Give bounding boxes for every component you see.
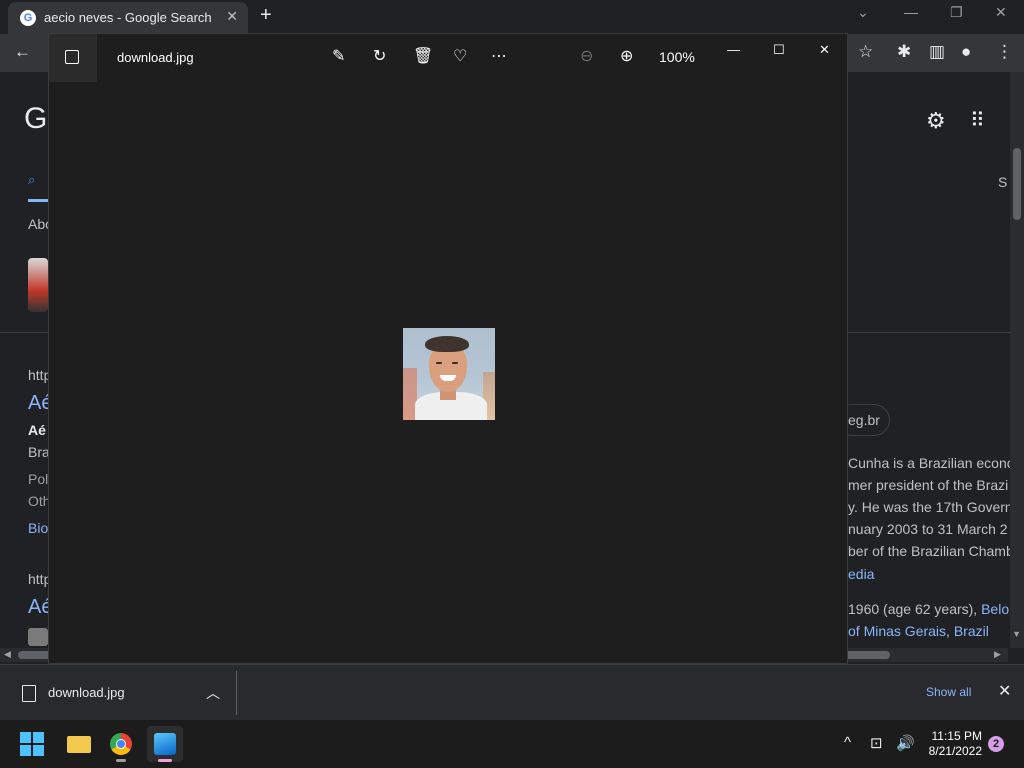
side-panel-icon[interactable]: ▥ xyxy=(929,42,945,62)
bookmark-star-icon[interactable]: ☆ xyxy=(858,42,873,62)
scroll-left-arrow-icon[interactable]: ◀ xyxy=(4,649,11,660)
downloads-close-icon[interactable]: ✕ xyxy=(998,681,1011,701)
photos-viewer-window: download.jpg ✎ ↻ 🗑 ♡ ⋯ ⊖ ⊕ 100% — ☐ ✕ xyxy=(48,33,848,664)
downloads-separator xyxy=(236,671,237,715)
system-clock[interactable]: 11:15 PM 8/21/2022 xyxy=(922,729,982,759)
zoom-level[interactable]: 100% xyxy=(659,49,695,65)
photos-app-icon xyxy=(154,733,176,755)
chrome-running-indicator xyxy=(116,759,126,762)
born-state-link[interactable]: of Minas Gerais xyxy=(848,623,946,639)
born-country-link[interactable]: Brazil xyxy=(954,623,989,639)
network-icon[interactable]: ⊡ xyxy=(870,734,883,752)
more-options-icon[interactable]: ⋯ xyxy=(491,46,507,66)
clock-date: 8/21/2022 xyxy=(928,744,982,758)
tab-search-chevron-down-icon[interactable]: ⌄ xyxy=(857,4,869,21)
google-favicon-icon: G xyxy=(20,10,36,26)
knowledge-desc-line2: mer president of the Brazi xyxy=(848,477,1009,493)
browser-close-icon[interactable]: ✕ xyxy=(995,4,1007,21)
result1-bold-text: Aé xyxy=(28,422,46,438)
back-arrow-icon[interactable]: ← xyxy=(14,42,31,62)
viewer-minimize-icon[interactable]: — xyxy=(727,42,740,57)
downloads-bar: download.jpg ︿ Show all ✕ xyxy=(0,664,1024,721)
extensions-puzzle-icon[interactable]: ✱ xyxy=(897,42,911,62)
apps-grid-icon[interactable]: ⠿ xyxy=(970,108,985,133)
scroll-right-arrow-icon[interactable]: ▶ xyxy=(994,649,1001,660)
portrait-photo xyxy=(403,328,495,420)
photos-taskbar-button[interactable] xyxy=(147,726,183,762)
result2-thumbnail[interactable] xyxy=(28,628,48,646)
all-search-icon[interactable]: ⌕ xyxy=(28,172,35,188)
viewer-close-icon[interactable]: ✕ xyxy=(819,42,830,58)
browser-tab-strip: G aecio neves - Google Search ✕ + ⌄ — ❐ … xyxy=(0,0,1024,34)
zoom-out-icon[interactable]: ⊖ xyxy=(580,46,593,66)
delete-icon[interactable]: 🗑 xyxy=(413,46,433,66)
file-icon xyxy=(22,685,36,702)
chrome-icon xyxy=(110,733,132,755)
show-all-downloads-link[interactable]: Show all xyxy=(926,685,971,699)
profile-icon[interactable]: ● xyxy=(961,42,971,62)
scroll-down-arrow-icon[interactable]: ▼ xyxy=(1012,629,1021,639)
browser-minimize-icon[interactable]: — xyxy=(904,4,918,20)
result1-line3: Pol xyxy=(28,471,49,487)
knowledge-desc-line5: ber of the Brazilian Chamb xyxy=(848,543,1014,559)
result1-line2: Bra xyxy=(28,444,50,460)
volume-icon[interactable]: 🔊 xyxy=(896,734,915,752)
gallery-icon xyxy=(65,50,79,64)
tab-title: aecio neves - Google Search xyxy=(44,10,212,25)
active-tab-underline xyxy=(28,199,48,202)
knowledge-desc-line1: Cunha is a Brazilian econo xyxy=(848,455,1015,471)
favorite-heart-icon[interactable]: ♡ xyxy=(453,46,467,66)
tray-chevron-up-icon[interactable]: ^ xyxy=(844,734,851,751)
born-line2: of Minas Gerais, Brazil xyxy=(848,623,989,639)
new-tab-plus-icon[interactable]: + xyxy=(260,4,272,27)
folder-icon xyxy=(67,736,91,753)
windows-taskbar: ^ ⊡ 🔊 11:15 PM 8/21/2022 2 xyxy=(0,720,1024,768)
tab-close-icon[interactable]: ✕ xyxy=(226,8,238,25)
viewer-gallery-button[interactable] xyxy=(49,34,97,82)
born-separator: , xyxy=(946,623,954,639)
rotate-icon[interactable]: ↻ xyxy=(373,46,386,66)
clock-time: 11:15 PM xyxy=(931,729,982,743)
settings-gear-icon[interactable]: ⚙ xyxy=(926,108,946,134)
browser-tab[interactable]: G aecio neves - Google Search ✕ xyxy=(8,2,248,34)
browser-restore-icon[interactable]: ❐ xyxy=(950,4,963,21)
top-story-thumbnail[interactable] xyxy=(28,258,48,312)
photos-active-indicator xyxy=(158,759,172,762)
born-line: 1960 (age 62 years), Belo xyxy=(848,601,1009,617)
vertical-scrollbar[interactable]: ▼ xyxy=(1010,72,1024,648)
viewer-maximize-icon[interactable]: ☐ xyxy=(773,42,785,58)
knowledge-desc-line4: nuary 2003 to 31 March 2 xyxy=(848,521,1008,537)
result1-sitelink[interactable]: Bio xyxy=(28,520,48,536)
zoom-in-icon[interactable]: ⊕ xyxy=(620,46,633,66)
vertical-scrollbar-thumb[interactable] xyxy=(1013,148,1021,220)
chrome-taskbar-button[interactable] xyxy=(103,726,139,762)
download-item-name[interactable]: download.jpg xyxy=(48,685,125,700)
born-city-link[interactable]: Belo xyxy=(981,601,1009,617)
search-tools-fragment[interactable]: S xyxy=(998,174,1007,190)
browser-menu-kebab-icon[interactable]: ⋮ xyxy=(996,42,1013,62)
knowledge-desc-line3: y. He was the 17th Govern xyxy=(848,499,1013,515)
google-logo[interactable]: G xyxy=(24,102,47,136)
edit-image-icon[interactable]: ✎ xyxy=(332,46,345,66)
viewer-file-name: download.jpg xyxy=(117,50,194,65)
file-explorer-button[interactable] xyxy=(59,726,95,762)
notification-count-badge[interactable]: 2 xyxy=(988,736,1004,752)
born-text: 1960 (age 62 years), xyxy=(848,601,982,617)
windows-start-icon[interactable] xyxy=(20,732,44,756)
download-options-chevron-up-icon[interactable]: ︿ xyxy=(206,683,220,703)
wikipedia-link[interactable]: edia xyxy=(848,566,874,582)
knowledge-chip-text[interactable]: eg.br xyxy=(848,412,880,428)
